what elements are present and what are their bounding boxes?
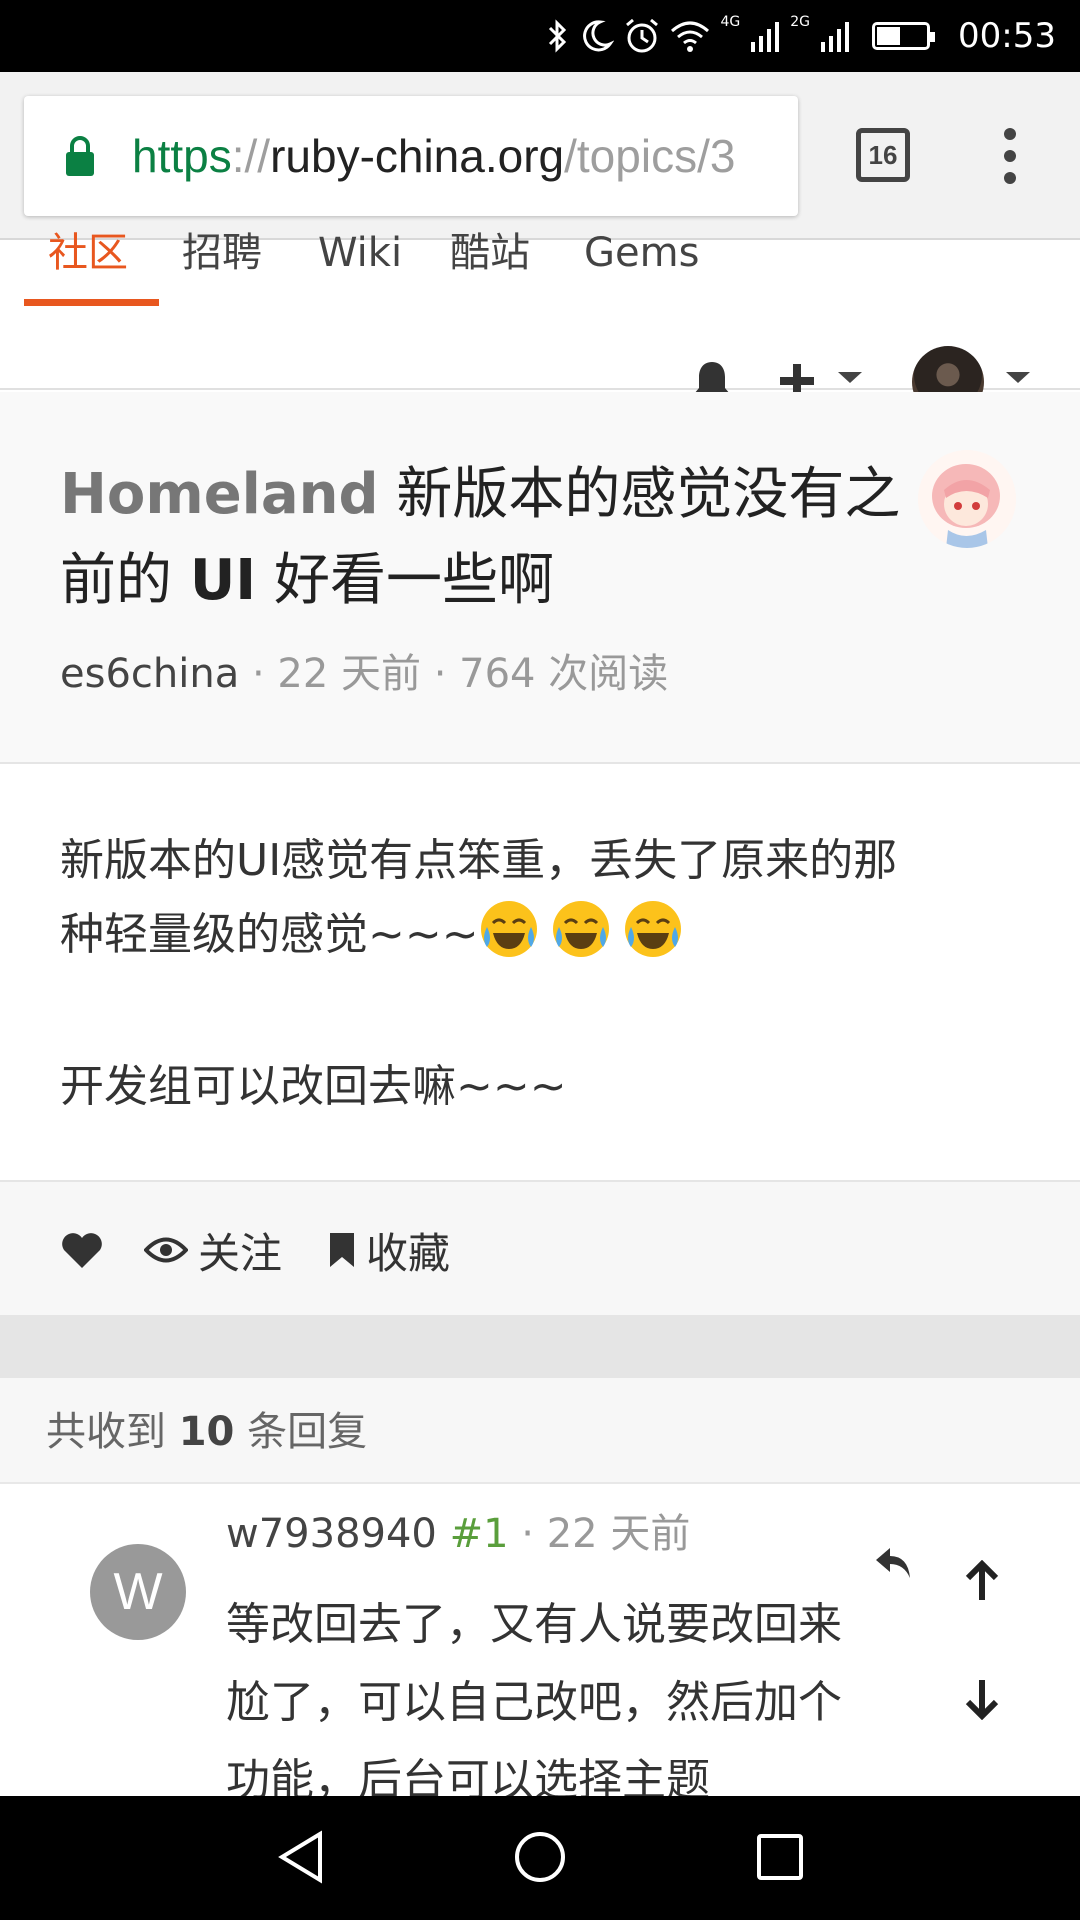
favorite-label: 收藏 bbox=[366, 1228, 451, 1278]
network-4g-label: 4G bbox=[720, 14, 741, 30]
battery-level bbox=[877, 27, 901, 45]
reply-icon[interactable] bbox=[872, 1542, 916, 1582]
url-bar[interactable]: https://ruby-china.org/topics/3 bbox=[24, 96, 798, 216]
replies-header: 共收到 10 条回复 bbox=[0, 1378, 1080, 1484]
site-nav: 社区 招聘 Wiki 酷站 Gems bbox=[0, 230, 1080, 418]
scroll-controls bbox=[930, 1540, 1030, 1740]
reply-time: 22 天前 bbox=[546, 1511, 691, 1557]
replies-number: 10 bbox=[178, 1409, 235, 1455]
url-path: /topics/3 bbox=[564, 130, 736, 182]
topic-title: Homeland 新版本的感觉没有之 前的 UI 好看一些啊 bbox=[60, 452, 940, 624]
follow-button[interactable]: 关注 bbox=[144, 1222, 282, 1278]
status-bar: 4G 2G 00:53 bbox=[0, 0, 1080, 72]
topic-meta: es6china · 22 天前 · 764 次阅读 bbox=[60, 646, 668, 702]
reply-avatar[interactable]: W bbox=[90, 1544, 186, 1640]
meta-separator: · bbox=[521, 1511, 534, 1557]
topic-title-part2: 前的 bbox=[60, 548, 172, 613]
topic-body-paragraph: 开发组可以改回去嘛~~~ bbox=[60, 1050, 1020, 1124]
nav-item-gems[interactable]: Gems bbox=[584, 228, 699, 278]
network-2g-label: 2G bbox=[790, 14, 810, 30]
reply-floor[interactable]: #1 bbox=[450, 1511, 509, 1557]
nav-item-wiki[interactable]: Wiki bbox=[318, 228, 402, 278]
topic-author[interactable]: es6china bbox=[60, 651, 239, 697]
kebab-dot bbox=[1004, 128, 1016, 140]
browser-toolbar: https://ruby-china.org/topics/3 16 bbox=[0, 72, 1080, 240]
like-button[interactable] bbox=[60, 1222, 114, 1278]
active-tab-indicator bbox=[24, 299, 159, 306]
status-icons: 4G 2G bbox=[546, 14, 935, 58]
menu-button[interactable] bbox=[990, 128, 1030, 184]
moon-icon bbox=[583, 20, 615, 52]
url-host: ruby-china.org bbox=[270, 130, 565, 182]
replies-count: 共收到 10 条回复 bbox=[46, 1404, 367, 1460]
topic-title-ui: UI bbox=[189, 548, 257, 613]
anime-avatar-icon bbox=[918, 450, 1016, 548]
reply-line: 等改回去了，又有人说要改回来 bbox=[226, 1599, 842, 1650]
nav-item-sites[interactable]: 酷站 bbox=[450, 228, 530, 278]
joy-emoji-icon bbox=[480, 901, 537, 957]
reply-line: 尬了，可以自己改吧，然后加个 bbox=[226, 1677, 842, 1728]
eye-icon bbox=[144, 1237, 188, 1263]
author-avatar[interactable] bbox=[918, 450, 1016, 548]
topic-reads: 764 次阅读 bbox=[459, 651, 669, 697]
status-time: 00:53 bbox=[958, 16, 1056, 56]
joy-emoji-icon bbox=[624, 901, 681, 957]
kebab-dot bbox=[1004, 172, 1016, 184]
bookmark-icon bbox=[330, 1233, 354, 1267]
battery-icon bbox=[872, 22, 935, 50]
reply-item: W w7938940 #1 · 22 天前 等改回去了，又有人说要改回来 尬了，… bbox=[0, 1486, 1080, 1796]
chevron-down-icon[interactable] bbox=[838, 372, 862, 383]
url-text[interactable]: https://ruby-china.org/topics/3 bbox=[132, 126, 735, 186]
signal-icon bbox=[821, 22, 849, 52]
tab-switcher-button[interactable]: 16 bbox=[856, 128, 910, 182]
alarm-icon bbox=[626, 18, 659, 53]
meta-separator: · bbox=[433, 651, 447, 697]
reply-line: 功能，后台可以选择主题 bbox=[226, 1755, 710, 1796]
topic-time: 22 天前 bbox=[277, 651, 421, 697]
url-separator: :// bbox=[231, 130, 271, 182]
body-line: 种轻量级的感觉~~~ bbox=[60, 909, 479, 960]
wifi-icon bbox=[671, 21, 710, 52]
section-divider bbox=[0, 1316, 1080, 1378]
reply-body: 等改回去了，又有人说要改回来 尬了，可以自己改吧，然后加个 功能，后台可以选择主… bbox=[226, 1586, 926, 1796]
kebab-dot bbox=[1004, 150, 1016, 162]
nav-item-community[interactable]: 社区 bbox=[48, 228, 128, 278]
url-scheme: https bbox=[132, 130, 232, 182]
topic-title-part3: 好看一些啊 bbox=[273, 548, 554, 613]
nav-item-jobs[interactable]: 招聘 bbox=[182, 228, 262, 278]
arrow-up-icon[interactable] bbox=[960, 1560, 1004, 1604]
replies-prefix: 共收到 bbox=[46, 1409, 166, 1455]
topic-title-part1: 新版本的感觉没有之 bbox=[396, 462, 901, 527]
body-line: 新版本的UI感觉有点笨重，丢失了原来的那 bbox=[60, 835, 898, 886]
replies-suffix: 条回复 bbox=[247, 1409, 368, 1455]
meta-separator: · bbox=[251, 651, 265, 697]
topic-body: 新版本的UI感觉有点笨重，丢失了原来的那 种轻量级的感觉~~~ 开发组可以改回去… bbox=[0, 764, 1080, 1182]
topic-actions: 关注 收藏 bbox=[0, 1182, 1080, 1316]
topic-header: Homeland 新版本的感觉没有之 前的 UI 好看一些啊 es6china … bbox=[0, 392, 1080, 764]
signal-icon bbox=[751, 22, 780, 52]
topic-body-paragraph: 新版本的UI感觉有点笨重，丢失了原来的那 种轻量级的感觉~~~ bbox=[60, 824, 1020, 972]
joy-emoji-icon bbox=[552, 901, 609, 957]
reply-meta: w7938940 #1 · 22 天前 bbox=[226, 1506, 690, 1562]
favorite-button[interactable]: 收藏 bbox=[328, 1222, 450, 1278]
bluetooth-icon bbox=[549, 19, 567, 53]
reply-author[interactable]: w7938940 bbox=[226, 1511, 437, 1557]
topic-node[interactable]: Homeland bbox=[60, 462, 379, 527]
back-icon[interactable] bbox=[276, 1830, 326, 1884]
body-line: 开发组可以改回去嘛~~~ bbox=[60, 1061, 567, 1112]
system-nav-bar bbox=[0, 1796, 1080, 1920]
recents-icon[interactable] bbox=[756, 1833, 804, 1881]
home-icon[interactable] bbox=[513, 1830, 567, 1884]
heart-icon bbox=[62, 1233, 102, 1268]
arrow-down-icon[interactable] bbox=[960, 1676, 1004, 1720]
lock-icon bbox=[66, 136, 94, 176]
chevron-down-icon[interactable] bbox=[1006, 372, 1030, 383]
follow-label: 关注 bbox=[198, 1228, 283, 1278]
